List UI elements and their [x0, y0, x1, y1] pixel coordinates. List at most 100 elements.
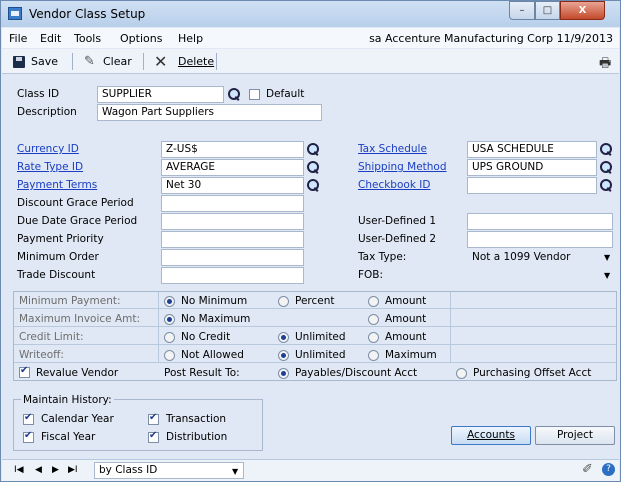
rate-type-lookup-icon[interactable] — [306, 160, 320, 174]
first-record-icon[interactable]: I◀ — [14, 465, 24, 475]
tax-type-dropdown-icon[interactable]: ▼ — [604, 253, 610, 262]
fob-dropdown-icon[interactable]: ▼ — [604, 271, 610, 280]
last-record-icon[interactable]: ▶I — [68, 465, 78, 475]
window-title: Vendor Class Setup — [29, 7, 146, 21]
menu-help[interactable]: Help — [178, 32, 203, 45]
clear-button[interactable]: Clear — [103, 55, 132, 68]
currency-id-link[interactable]: Currency ID — [17, 143, 79, 155]
payment-terms-lookup-icon[interactable] — [306, 178, 320, 192]
credit-unlimited-radio[interactable] — [278, 332, 289, 343]
transaction-checkbox[interactable] — [148, 412, 159, 425]
tax-schedule-lookup-icon[interactable] — [599, 142, 613, 156]
save-icon[interactable] — [13, 56, 25, 68]
menu-edit[interactable]: Edit — [40, 32, 61, 45]
purchasing-offset-radio[interactable] — [456, 368, 467, 379]
discount-grace-input[interactable] — [161, 195, 304, 212]
accounts-button[interactable]: Accounts — [451, 426, 531, 445]
description-input[interactable]: Wagon Part Suppliers — [97, 104, 322, 121]
no-minimum-radio[interactable] — [164, 296, 175, 307]
rate-type-id-link[interactable]: Rate Type ID — [17, 161, 83, 173]
grid-line — [158, 292, 159, 362]
maximize-button[interactable]: □ — [535, 1, 560, 20]
shipping-method-lookup-icon[interactable] — [599, 160, 613, 174]
purchasing-offset-label: Purchasing Offset Acct — [473, 367, 592, 379]
tax-type-select[interactable]: Not a 1099 Vendor — [467, 249, 613, 266]
previous-record-icon[interactable]: ◀ — [35, 465, 42, 475]
revalue-vendor-label: Revalue Vendor — [36, 367, 119, 379]
writeoff-unlimited-radio[interactable] — [278, 350, 289, 361]
project-button[interactable]: Project — [535, 426, 615, 445]
minimum-order-input[interactable] — [161, 249, 304, 266]
fiscal-year-label: Fiscal Year — [41, 431, 96, 443]
calendar-year-label: Calendar Year — [41, 413, 114, 425]
menu-file[interactable]: File — [9, 32, 27, 45]
default-label: Default — [266, 88, 305, 100]
no-credit-radio[interactable] — [164, 332, 175, 343]
not-allowed-radio[interactable] — [164, 350, 175, 361]
payment-terms-link[interactable]: Payment Terms — [17, 179, 97, 191]
fob-select[interactable] — [467, 267, 613, 284]
fiscal-year-checkbox[interactable] — [23, 430, 34, 443]
currency-lookup-icon[interactable] — [306, 142, 320, 156]
checkbook-id-link[interactable]: Checkbook ID — [358, 179, 430, 191]
note-icon[interactable]: ✐ — [582, 462, 593, 477]
due-date-grace-label: Due Date Grace Period — [17, 215, 138, 227]
minimize-button[interactable]: – — [509, 1, 535, 20]
rate-type-input[interactable]: AVERAGE — [161, 159, 304, 176]
calendar-year-checkbox[interactable] — [23, 412, 34, 425]
no-maximum-radio[interactable] — [164, 314, 175, 325]
checkbook-lookup-icon[interactable] — [599, 178, 613, 192]
checkbook-id-input[interactable] — [467, 177, 597, 194]
vendor-class-setup-window: Vendor Class Setup – □ X File Edit Tools… — [0, 0, 621, 482]
default-checkbox[interactable] — [249, 89, 260, 100]
percent-radio[interactable] — [278, 296, 289, 307]
description-label: Description — [17, 106, 77, 118]
distribution-checkbox[interactable] — [148, 430, 159, 443]
shipping-method-input[interactable]: UPS GROUND — [467, 159, 597, 176]
no-maximum-label: No Maximum — [181, 313, 251, 325]
class-id-input[interactable]: SUPPLIER — [97, 86, 224, 103]
toolbar-separator — [143, 53, 144, 70]
no-minimum-label: No Minimum — [181, 295, 248, 307]
trade-discount-input[interactable] — [161, 267, 304, 284]
min-amount-radio[interactable] — [368, 296, 379, 307]
minimum-order-label: Minimum Order — [17, 251, 99, 263]
payment-priority-label: Payment Priority — [17, 233, 104, 245]
maximum-invoice-label: Maximum Invoice Amt: — [19, 313, 141, 325]
printer-icon[interactable]: 🖶 — [599, 54, 611, 76]
delete-button[interactable]: Delete — [178, 55, 214, 68]
due-date-grace-input[interactable] — [161, 213, 304, 230]
shipping-method-link[interactable]: Shipping Method — [358, 161, 447, 173]
user-defined-1-input[interactable] — [467, 213, 613, 230]
currency-id-input[interactable]: Z-US$ — [161, 141, 304, 158]
not-allowed-label: Not Allowed — [181, 349, 244, 361]
minimum-payment-label: Minimum Payment: — [19, 295, 121, 307]
help-icon[interactable]: ? — [602, 463, 615, 476]
credit-amount-radio[interactable] — [368, 332, 379, 343]
max-amount-radio[interactable] — [368, 314, 379, 325]
writeoff-maximum-radio[interactable] — [368, 350, 379, 361]
writeoff-label: Writeoff: — [19, 349, 64, 361]
close-button[interactable]: X — [560, 1, 605, 20]
save-button[interactable]: Save — [31, 55, 58, 68]
eraser-icon[interactable]: ✎ — [84, 54, 95, 69]
credit-limit-label: Credit Limit: — [19, 331, 84, 343]
payment-terms-input[interactable]: Net 30 — [161, 177, 304, 194]
sort-by-select[interactable]: by Class ID — [94, 462, 244, 479]
sort-dropdown-icon[interactable]: ▼ — [232, 467, 238, 476]
payment-priority-input[interactable] — [161, 231, 304, 248]
revalue-vendor-checkbox[interactable] — [19, 365, 30, 378]
class-id-lookup-icon[interactable] — [227, 87, 241, 101]
tax-schedule-link[interactable]: Tax Schedule — [358, 143, 427, 155]
transaction-label: Transaction — [166, 413, 227, 425]
post-result-to-label: Post Result To: — [164, 367, 240, 379]
delete-x-icon[interactable]: ✕ — [154, 52, 167, 71]
menu-options[interactable]: Options — [120, 32, 162, 45]
payables-discount-radio[interactable] — [278, 368, 289, 379]
user-defined-2-input[interactable] — [467, 231, 613, 248]
credit-unlimited-label: Unlimited — [295, 331, 346, 343]
menu-tools[interactable]: Tools — [74, 32, 101, 45]
fob-label: FOB: — [358, 269, 384, 281]
tax-schedule-input[interactable]: USA SCHEDULE — [467, 141, 597, 158]
next-record-icon[interactable]: ▶ — [52, 465, 59, 475]
